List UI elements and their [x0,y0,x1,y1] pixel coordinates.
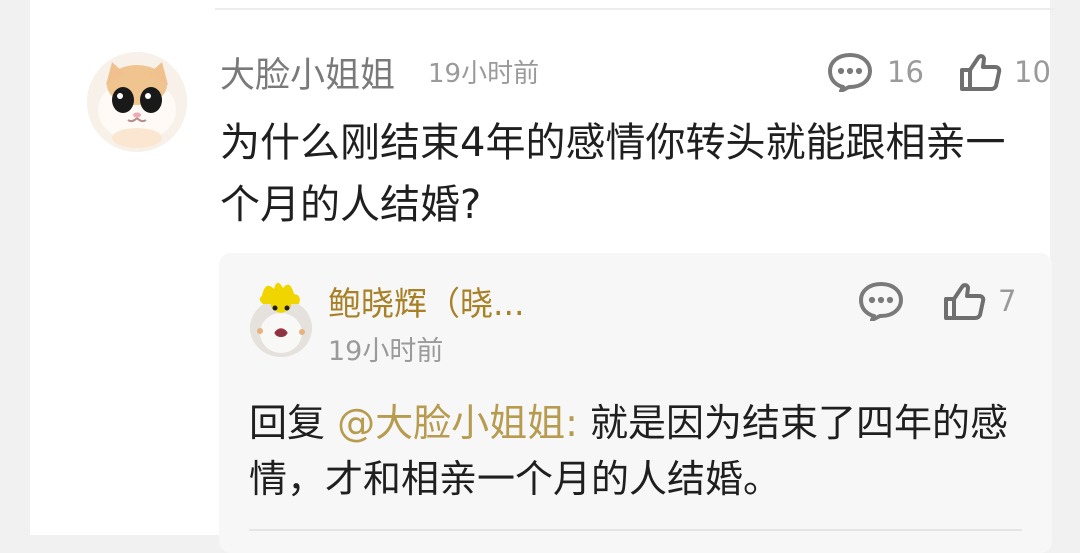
divider [215,8,1055,10]
reply-author-name[interactable]: 鲍晓辉（晓... [328,277,524,325]
bird-avatar[interactable] [247,275,315,360]
reply-container: 鲍晓辉（晓... 19小时前 7 回复 @大脸小姐姐: 就是因为结束了四年的感情… [219,253,1052,553]
mention-link[interactable]: @大脸小姐姐: [337,401,578,445]
comment-timestamp: 19小时前 [428,59,540,89]
comment-like-count: 10 [1014,55,1051,89]
cat-avatar[interactable] [87,52,187,152]
reply-prefix: 回复 [249,401,326,445]
reply-comment-action[interactable] [856,279,906,323]
comment-card: 大脸小姐姐 19小时前 16 10 为什么刚结束4年的感情你转头就能跟相亲一个月… [30,0,1055,553]
comment-reply-action[interactable]: 16 [827,50,924,94]
thumbs-up-icon [958,51,1004,93]
comment-like-action[interactable]: 10 [958,50,1051,94]
comment-text: 为什么刚结束4年的感情你转头就能跟相亲一个月的人结婚? [220,120,1006,228]
cat-avatar-image [87,52,187,152]
speech-bubble-icon [827,52,873,92]
reply-like-count: 7 [998,284,1017,318]
bird-avatar-image [250,282,312,357]
reply-like-action[interactable]: 7 [942,279,1016,323]
comment-author-name[interactable]: 大脸小姐姐 [220,47,395,98]
speech-bubble-icon [858,281,904,321]
reply-timestamp: 19小时前 [328,336,444,367]
reply-text: 回复 @大脸小姐姐: 就是因为结束了四年的感情，才和相亲一个月的人结婚。 [249,395,1009,507]
thumbs-up-icon [942,280,988,322]
comment-reply-count: 16 [887,55,924,89]
divider [249,529,1022,531]
